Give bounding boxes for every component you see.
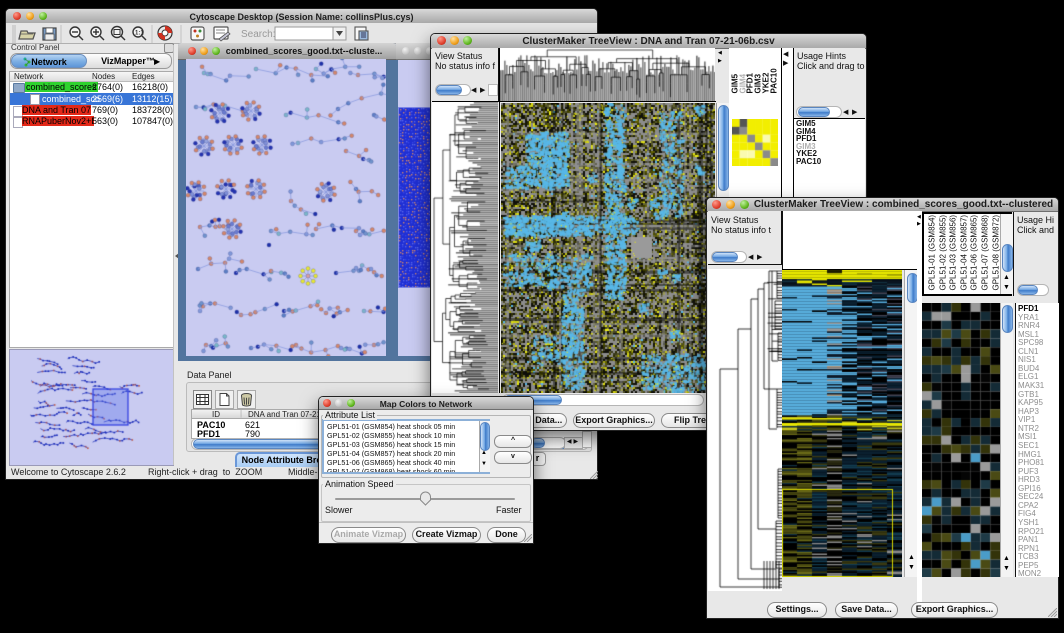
svg-text:Search:: Search:	[241, 29, 275, 40]
svg-text:1:1: 1:1	[135, 31, 144, 37]
